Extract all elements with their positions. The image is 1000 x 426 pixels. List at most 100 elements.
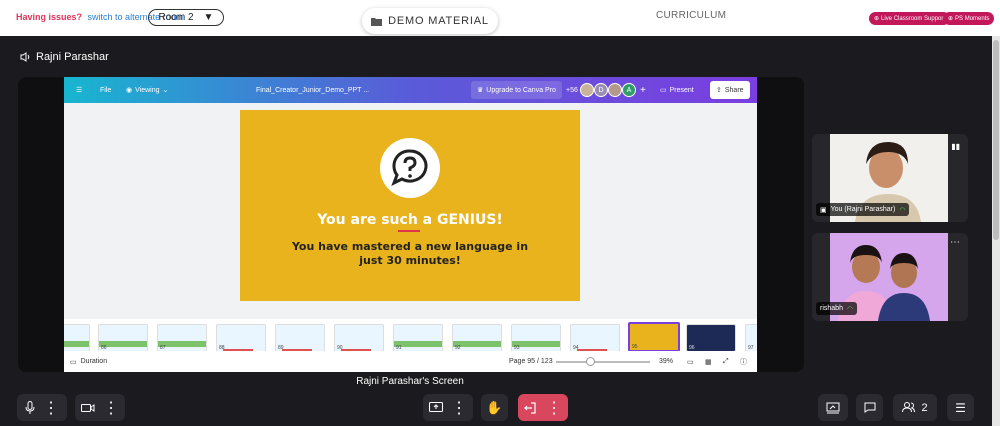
duration-button[interactable]: ▭ Duration	[70, 351, 107, 372]
thumbnail-number: 95	[632, 344, 638, 350]
participant-name: You (Rajni Parashar)	[830, 206, 896, 213]
share-button[interactable]: ⇪ Share	[710, 81, 750, 99]
avatar	[580, 83, 594, 97]
slide-title-prefix: You are such a	[317, 212, 437, 228]
slide-thumbnail[interactable]: 87	[157, 324, 207, 352]
slide-title-highlight: GENIUS	[436, 212, 497, 228]
slide-thumbnail[interactable]: 91	[393, 324, 443, 352]
document-title[interactable]: Final_Creator_Junior_Demo_PPT ...	[256, 77, 369, 103]
avatar: D	[594, 83, 608, 97]
title-underline	[398, 230, 420, 232]
microphone-icon[interactable]	[25, 401, 35, 414]
crown-icon: ♛	[477, 87, 484, 94]
slide-thumbnail[interactable]: 94	[570, 324, 620, 352]
thumbnail-art	[64, 341, 89, 347]
participants-count: 2	[921, 401, 928, 414]
room-select-value: Room 2	[158, 12, 194, 23]
help-icon[interactable]: ⓘ	[740, 351, 747, 372]
slide-thumbnail[interactable]: 92	[452, 324, 502, 352]
slide-thumbnail[interactable]: 88	[216, 324, 266, 352]
collaborator-count: +56	[566, 86, 578, 94]
audio-level-icon: ▮▮	[951, 142, 960, 151]
room-select[interactable]: Room 2 ▼	[148, 9, 224, 26]
avatar	[608, 83, 622, 97]
share-options-icon[interactable]: ⋮	[451, 398, 467, 418]
slide-title-suffix: !	[496, 212, 503, 228]
ps-moments-label: PS Moments	[955, 15, 990, 22]
canva-footer: ▭ Duration Page 95 / 123 39% ▭ ▦ ⤢ ⓘ	[64, 351, 757, 372]
whiteboard-button[interactable]	[818, 394, 848, 421]
tab-demo-material[interactable]: DEMO MATERIAL	[362, 8, 498, 34]
issue-text: Having issues?	[16, 12, 83, 22]
participants-button[interactable]: 2	[893, 394, 937, 421]
slide-thumbnail[interactable]: 97	[745, 324, 757, 352]
tab-curriculum[interactable]: CURRICULUM	[656, 10, 726, 21]
camera-control: ⋮	[75, 394, 125, 421]
microphone-control: ⋮	[17, 394, 67, 421]
hamburger-icon: ☰	[955, 400, 966, 415]
fullscreen-icon[interactable]: ⤢	[723, 351, 729, 372]
participant-name-tag: ▣ You (Rajni Parashar) ◠	[816, 203, 910, 216]
plus-circle-icon: ⊕	[874, 16, 880, 22]
notes-icon[interactable]: ▭	[687, 351, 694, 372]
whiteboard-icon	[826, 402, 840, 413]
presenter-name: Rajni Parashar	[36, 51, 109, 63]
question-bubble-icon	[380, 138, 440, 198]
upgrade-button[interactable]: ♛ Upgrade to Canva Pro	[471, 81, 562, 99]
timer-icon: ▭	[70, 358, 77, 366]
screen-share-icon[interactable]	[429, 402, 443, 413]
people-icon	[902, 402, 916, 413]
viewing-menu[interactable]: ◉ Viewing ⌄	[126, 77, 168, 103]
file-menu[interactable]: File	[100, 77, 111, 103]
zoom-level: 39%	[659, 358, 674, 365]
raise-hand-button[interactable]: ✋	[481, 394, 508, 421]
screen-share-label: Rajni Parashar's Screen	[356, 376, 464, 387]
present-button[interactable]: ▭ Present	[660, 77, 694, 103]
hand-icon: ✋	[486, 399, 503, 415]
slide-thumbnail[interactable]: 96	[686, 324, 736, 352]
more-options-icon[interactable]: ⋯	[950, 237, 960, 248]
exit-icon[interactable]	[524, 401, 536, 414]
share-label: Share	[724, 86, 744, 94]
plus-circle-icon: ⊕	[948, 16, 954, 22]
shared-screen-canva: ☰ File ◉ Viewing ⌄ Final_Creator_Junior_…	[64, 77, 757, 372]
camera-options-icon[interactable]: ⋮	[103, 398, 119, 418]
scrollbar-thumb[interactable]	[993, 40, 999, 240]
avatar-initial: D	[598, 86, 604, 94]
page-indicator: Page 95 / 123	[509, 358, 553, 365]
present-icon: ▭	[660, 87, 667, 94]
menu-icon[interactable]: ☰	[76, 77, 82, 103]
video-camera-icon[interactable]	[81, 403, 95, 413]
zoom-slider[interactable]	[556, 351, 650, 372]
slide-thumbnail[interactable]: 86	[98, 324, 148, 352]
ps-moments-button[interactable]: ⊕ PS Moments	[943, 12, 995, 25]
page-scrollbar[interactable]	[992, 36, 1000, 426]
leave-options-icon[interactable]: ⋮	[546, 398, 562, 418]
slide-thumbnail-strip: 86 87 88 89 90 91 92 93 94 95 96 97	[64, 319, 757, 352]
add-icon[interactable]: +	[640, 77, 646, 103]
zoom-knob[interactable]	[586, 356, 595, 366]
live-support-button[interactable]: ⊕ Live Classroom Support	[869, 12, 951, 25]
canvas-area: You are such a GENIUS! You have mastered…	[64, 103, 757, 319]
screen-share-control: ⋮	[423, 394, 473, 421]
grid-view-icon[interactable]: ▦	[705, 351, 712, 372]
slide-thumbnail-active[interactable]: 95	[628, 322, 680, 352]
chat-button[interactable]	[856, 394, 883, 421]
participant-tile-self: ▮▮ ▣ You (Rajni Parashar) ◠	[812, 134, 968, 222]
upload-icon: ⇪	[716, 87, 722, 94]
slide-thumbnail[interactable]: 89	[275, 324, 325, 352]
tab-demo-material-label: DEMO MATERIAL	[388, 15, 489, 27]
slide-thumbnail[interactable]: 90	[334, 324, 384, 352]
live-support-label: Live Classroom Support	[881, 15, 946, 22]
top-bar: Having issues? switch to alternate room …	[0, 0, 1000, 36]
slide-thumbnail[interactable]	[64, 324, 90, 352]
mic-options-icon[interactable]: ⋮	[43, 398, 59, 418]
menu-button[interactable]: ☰	[947, 394, 974, 421]
slide-thumbnail[interactable]: 93	[511, 324, 561, 352]
viewing-label: Viewing	[135, 86, 160, 94]
duration-label: Duration	[80, 358, 108, 365]
zoom-track	[556, 356, 650, 366]
speaker-icon	[20, 52, 30, 62]
caret-down-icon: ▼	[203, 12, 214, 23]
participant-name-tag: rishabh ◠	[816, 302, 858, 315]
